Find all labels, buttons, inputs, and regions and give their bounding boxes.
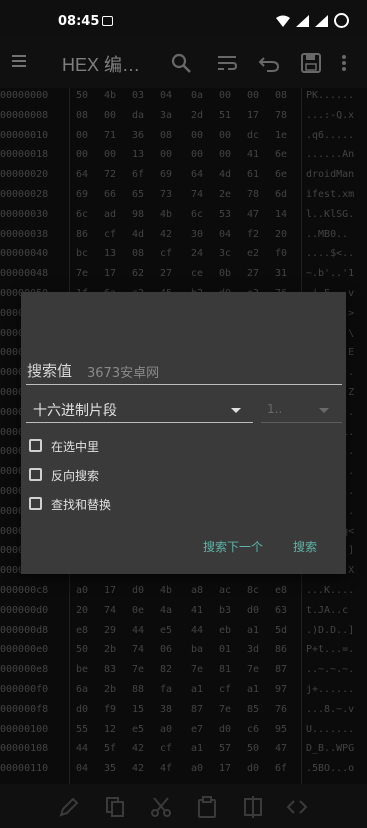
search-value-label: 搜索值	[27, 362, 73, 380]
wifi-icon	[276, 15, 290, 27]
chevron-down-icon[interactable]	[231, 408, 241, 413]
find-replace-label[interactable]: 查找和替换	[51, 496, 111, 513]
search-input[interactable]: 3673安卓网	[87, 362, 159, 381]
search-input-underline	[26, 384, 342, 385]
search-button[interactable]: 搜索	[293, 538, 317, 555]
in-selection-label[interactable]: 在选中里	[51, 438, 99, 455]
in-selection-checkbox[interactable]	[29, 439, 42, 452]
reverse-search-checkbox[interactable]	[29, 468, 42, 481]
secondary-select[interactable]: 1..	[267, 402, 282, 416]
chevron-down-icon[interactable]	[319, 408, 329, 413]
search-type-select[interactable]: 十六进制片段	[33, 400, 117, 420]
status-bar: 08:45	[0, 0, 367, 38]
status-time: 08:45	[58, 14, 100, 29]
reverse-search-label[interactable]: 反向搜索	[51, 467, 99, 484]
status-icons	[276, 13, 349, 28]
status-ring-icon	[334, 13, 349, 28]
find-replace-checkbox[interactable]	[29, 497, 42, 510]
search-next-button[interactable]: 搜索下一个	[203, 538, 263, 555]
image-notification-icon	[102, 16, 113, 26]
signal-icon-2	[315, 14, 328, 27]
signal-icon	[296, 14, 309, 27]
select-underline	[261, 422, 342, 423]
select-underline	[26, 422, 253, 423]
search-dialog: 搜索值 3673安卓网 十六进制片段 1.. 在选中里 反向搜索 查找和替换 搜…	[21, 292, 346, 574]
